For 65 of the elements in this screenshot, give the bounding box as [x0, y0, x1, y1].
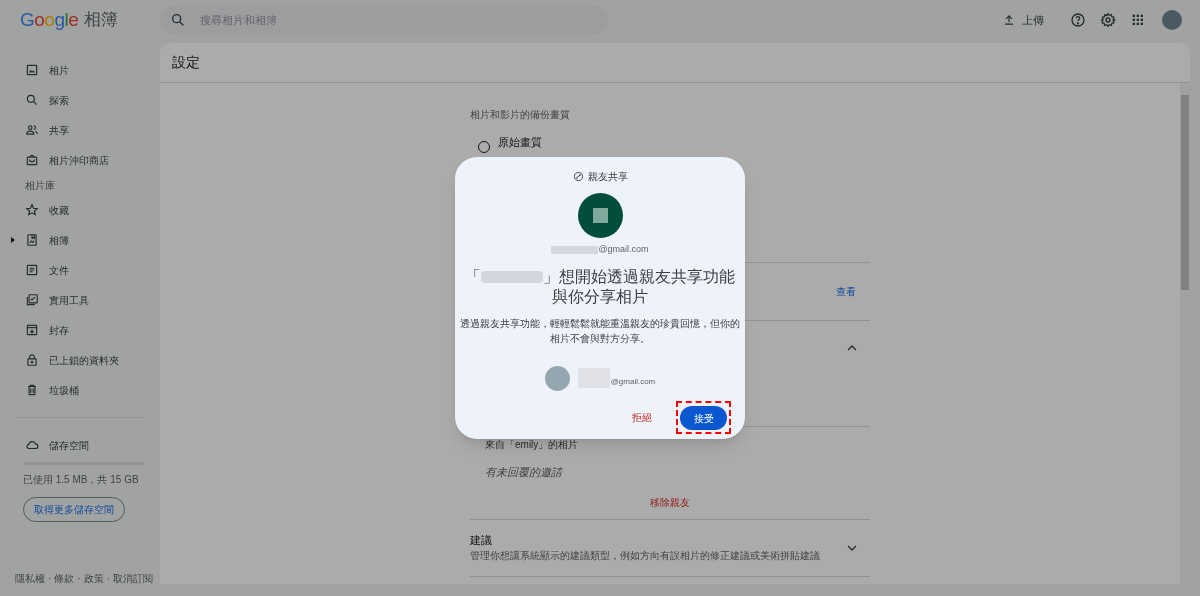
- avatar[interactable]: [1162, 10, 1182, 30]
- recipient-email: @gmail.com: [577, 368, 656, 388]
- apps-grid-icon: [1130, 12, 1146, 28]
- product-name: 相簿: [84, 9, 119, 32]
- share-circle-icon: [572, 171, 584, 182]
- sidebar-item[interactable]: 文件: [8, 255, 160, 285]
- sidebar-item[interactable]: 相片沖印商店: [8, 145, 160, 175]
- settings-icon: [1100, 12, 1116, 28]
- document-icon: [25, 263, 39, 277]
- remove-partner-link[interactable]: 移除親友: [650, 494, 690, 509]
- sidebar-item[interactable]: 收藏: [8, 195, 160, 225]
- archive-icon: [25, 323, 39, 337]
- separator-dot: ·: [48, 572, 52, 586]
- google-logo: Google: [20, 7, 79, 32]
- decline-button[interactable]: 拒絕: [632, 409, 652, 425]
- section-title: 建議: [470, 532, 493, 548]
- people-icon: [25, 123, 39, 137]
- sender-email: @gmail.com: [551, 243, 649, 257]
- settings-button[interactable]: [1100, 12, 1116, 28]
- sidebar-item[interactable]: 封存: [8, 315, 160, 345]
- footer-link[interactable]: 條款: [54, 571, 75, 586]
- apps-button[interactable]: [1130, 12, 1146, 28]
- separator-dot: ·: [106, 572, 111, 586]
- storage-usage: 已使用 1.5 MB，共 15 GB: [22, 473, 140, 487]
- bag-icon: [25, 153, 39, 167]
- upload-icon: [1002, 13, 1016, 27]
- photo-icon: [25, 63, 39, 77]
- separator-dot: ·: [77, 572, 81, 586]
- footer-link[interactable]: 取消訂閱: [113, 571, 154, 586]
- recipient-avatar: [544, 365, 570, 391]
- dialog-header: 親友共享: [587, 170, 628, 184]
- accept-button[interactable]: 接受: [680, 406, 727, 430]
- storage-item[interactable]: 儲存空間: [8, 430, 160, 460]
- lock-icon: [25, 353, 39, 367]
- checklist-icon: [25, 293, 39, 307]
- section-label: 相片庫: [24, 178, 56, 193]
- caret-icon[interactable]: [11, 237, 15, 243]
- footer-link[interactable]: 隱私權: [15, 571, 45, 586]
- page-title: 設定: [172, 53, 200, 72]
- sidebar-item[interactable]: 實用工具: [8, 285, 160, 315]
- pending-invite-text: 有未回覆的邀請: [485, 465, 564, 480]
- sender-avatar: [577, 193, 623, 238]
- search-icon: [170, 12, 186, 28]
- view-link[interactable]: 查看: [836, 284, 856, 299]
- help-icon: [1070, 12, 1086, 28]
- sidebar-item[interactable]: 共享: [8, 115, 160, 145]
- cloud-icon: [25, 438, 39, 452]
- sidebar-item[interactable]: 相片: [8, 55, 160, 85]
- footer-link[interactable]: 政策: [83, 571, 104, 586]
- invite-body-text: 透過親友共享功能，輕輕鬆鬆就能重溫親友的珍貴回憶，但你的相片不會與對方分享。: [459, 316, 741, 346]
- album-icon: [25, 233, 39, 247]
- sidebar-item[interactable]: 已上鎖的資料夾: [8, 345, 160, 375]
- upload-button[interactable]: 上傳: [1002, 11, 1044, 29]
- sidebar-item[interactable]: 垃圾桶: [8, 375, 160, 405]
- search-icon: [25, 93, 39, 107]
- invite-title: 「 」想開始透過親友共享功能與你分享相片: [464, 266, 736, 307]
- trash-icon: [25, 383, 39, 397]
- option-label: 原始畫質: [498, 135, 542, 150]
- sidebar-item[interactable]: 探索: [8, 85, 160, 115]
- section-description: 管理你想讓系統顯示的建議類型，例如方向有誤相片的修正建議或美術拼貼建議: [470, 549, 821, 564]
- star-icon: [25, 203, 39, 217]
- section-heading: 相片和影片的備份畫質: [470, 108, 571, 122]
- sidebar-item[interactable]: 相簿: [8, 225, 160, 255]
- help-button[interactable]: [1070, 12, 1086, 28]
- shared-from-label: 來自「emily」的相片: [485, 438, 580, 452]
